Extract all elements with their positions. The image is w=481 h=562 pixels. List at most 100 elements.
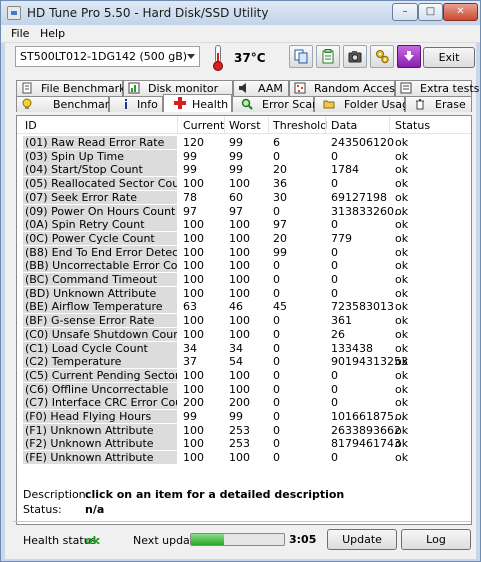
tab-file-benchmark[interactable]: File Benchmark [16,80,126,96]
main-content: ST500LT012-1DG142 (500 gB) 37°C Exit Fil… [5,43,479,559]
col-current[interactable]: Current [183,119,224,132]
table-row[interactable]: (B8) End To End Error Detection 100 100 99 0… [17,245,471,260]
col-status[interactable]: Status [395,119,430,132]
cell-threshold: 0 [273,341,280,355]
table-row[interactable]: (BF) G-sense Error Rate 100 100 0 361 ok [17,314,471,328]
smart-table[interactable]: ID Current Worst Threshold Data Status (… [17,116,471,496]
cell-status: ok [395,300,409,314]
app-window: HD Tune Pro 5.50 - Hard Disk/SSD Utility… [0,0,481,562]
table-row[interactable]: (0A) Spin Retry Count 100 100 97 0 ok [17,218,471,232]
cell-data: 1784 [331,163,359,177]
tab-extra-tests[interactable]: Extra tests [395,80,479,96]
cell-worst: 200 [229,396,250,410]
copy-info-button[interactable] [289,45,313,68]
cell-current: 100 [183,368,204,382]
table-row[interactable]: (0C) Power Cycle Count 100 100 20 779 ok [17,231,471,246]
trash-icon [416,99,424,110]
table-row[interactable]: (BD) Unknown Attribute 100 100 0 0 ok [17,286,471,301]
table-row[interactable]: (05) Reallocated Sector Count 100 100 36 0 ok [17,177,471,191]
tab-erase[interactable]: Erase [405,96,472,112]
cell-id: (05) Reallocated Sector Count [23,177,177,191]
table-row[interactable]: (C1) Load Cycle Count 34 34 0 133438 ok [17,341,471,356]
col-data[interactable]: Data [331,119,357,132]
cell-data: 779 [331,231,352,245]
options-button[interactable] [370,45,394,68]
cell-status: ok [395,396,409,410]
save-down-button[interactable] [397,45,421,68]
cell-worst: 34 [229,341,243,355]
document-icon [22,82,32,94]
col-threshold[interactable]: Threshold [273,119,327,132]
cell-status: ok [395,259,409,273]
copy-screen-button[interactable] [316,45,340,68]
table-row[interactable]: (C6) Offline Uncorrectable 100 100 0 0 ok [17,382,471,397]
status-label: Status: [23,503,62,516]
cell-worst: 100 [229,259,250,273]
cell-id: (0A) Spin Retry Count [23,218,177,232]
cell-current: 100 [183,177,204,191]
cell-id: (04) Start/Stop Count [23,163,177,177]
description-label: Description: [23,488,90,501]
cell-worst: 60 [229,190,243,204]
menu-help[interactable]: Help [40,27,65,40]
table-row[interactable]: (C2) Temperature 37 54 0 90194313253 ok [17,355,471,369]
minimize-button[interactable]: – [392,3,418,21]
table-row[interactable]: (07) Seek Error Rate 78 60 30 69127198 ok [17,190,471,205]
cell-worst: 100 [229,231,250,245]
cell-current: 63 [183,300,197,314]
table-row[interactable]: (F1) Unknown Attribute 100 253 0 2633893662 o… [17,423,471,438]
maximize-button[interactable]: □ [418,3,443,21]
col-id[interactable]: ID [25,119,37,132]
table-row[interactable]: (F2) Unknown Attribute 100 253 0 8179461743 o… [17,437,471,451]
tab-aam[interactable]: AAM [233,80,289,96]
exit-button[interactable]: Exit [423,47,475,68]
cell-threshold: 0 [273,204,280,218]
cell-worst: 99 [229,136,243,149]
col-worst[interactable]: Worst [229,119,261,132]
tab-benchmark[interactable]: Benchmark [16,96,116,112]
drive-select[interactable]: ST500LT012-1DG142 (500 gB) [15,46,200,67]
cell-threshold: 45 [273,300,287,314]
table-row[interactable]: (09) Power On Hours Count 97 97 0 313833260.… [17,204,471,219]
table-row[interactable]: (C5) Current Pending Sector 100 100 0 0 ok [17,368,471,383]
health-panel: ID Current Worst Threshold Data Status (… [16,115,472,525]
table-row[interactable]: (01) Raw Read Error Rate 120 99 6 243506120 o… [17,136,471,150]
cell-id: (F0) Head Flying Hours [23,410,177,423]
cell-current: 100 [183,423,204,437]
tab-random-access[interactable]: Random Access [289,80,401,96]
arrow-down-icon [404,51,414,61]
cell-status: ok [395,163,409,177]
table-row[interactable]: (03) Spin Up Time 99 99 0 0 ok [17,149,471,164]
cell-worst: 100 [229,314,250,328]
cell-id: (BD) Unknown Attribute [23,286,177,300]
cell-current: 78 [183,190,197,204]
table-row[interactable]: (F0) Head Flying Hours 99 99 0 101661875... o… [17,410,471,424]
table-row[interactable]: (C0) Unsafe Shutdown Count 100 100 0 26 ok [17,327,471,342]
countdown-timer: 3:05 [289,533,317,546]
table-row[interactable]: (FE) Unknown Attribute 100 100 0 0 ok [17,451,471,465]
tab-info[interactable]: Info [109,96,163,112]
update-button[interactable]: Update [327,529,397,550]
cell-id: (C7) Interface CRC Error Count [23,396,177,410]
cell-threshold: 0 [273,410,280,423]
cell-threshold: 0 [273,149,280,163]
cell-data: 8179461743 [331,437,401,451]
cell-threshold: 0 [273,451,280,465]
menu-file[interactable]: File [11,27,29,40]
tab-folder-usage[interactable]: Folder Usage [314,96,416,112]
cell-current: 34 [183,341,197,355]
cell-current: 120 [183,136,204,149]
log-button[interactable]: Log [401,529,471,550]
cell-current: 100 [183,382,204,396]
table-row[interactable]: (BE) Airflow Temperature 63 46 45 723583013 o… [17,300,471,314]
table-row[interactable]: (04) Start/Stop Count 99 99 20 1784 ok [17,163,471,177]
close-button[interactable]: ✕ [443,3,478,21]
tab-error-scan[interactable]: Error Scan [232,96,319,112]
cell-status: ok [395,204,409,218]
table-row[interactable]: (BB) Uncorrectable Error Count 100 100 0 0 ok [17,259,471,273]
table-row[interactable]: (C7) Interface CRC Error Count 200 200 0 0 ok [17,396,471,410]
tab-health[interactable]: Health [163,94,232,112]
cell-id: (BC) Command Timeout [23,273,177,286]
table-row[interactable]: (BC) Command Timeout 100 100 0 0 ok [17,273,471,287]
screenshot-button[interactable] [343,45,367,68]
